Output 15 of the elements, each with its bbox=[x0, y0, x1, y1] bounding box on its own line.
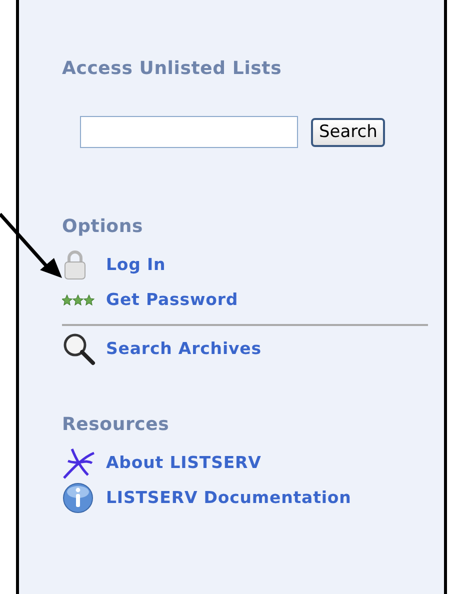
menu-link[interactable]: Search Archives bbox=[106, 339, 262, 358]
menu-link[interactable]: About LISTSERV bbox=[106, 453, 262, 472]
search-icon bbox=[62, 332, 96, 366]
padlock-icon bbox=[62, 248, 88, 280]
section-heading: Access Unlisted Lists bbox=[62, 58, 283, 79]
search-button[interactable]: Search bbox=[311, 118, 386, 146]
section-heading: Resources bbox=[62, 414, 170, 435]
menu-link[interactable]: Get Password bbox=[106, 290, 238, 309]
search-field[interactable] bbox=[80, 116, 298, 148]
stars-icon bbox=[62, 294, 96, 306]
section-heading: Options bbox=[62, 216, 144, 237]
swirl-logo-icon bbox=[62, 446, 96, 478]
menu-link[interactable]: LISTSERV Documentation bbox=[106, 488, 352, 507]
menu-link[interactable]: Log In bbox=[106, 255, 166, 274]
info-icon bbox=[62, 482, 94, 514]
